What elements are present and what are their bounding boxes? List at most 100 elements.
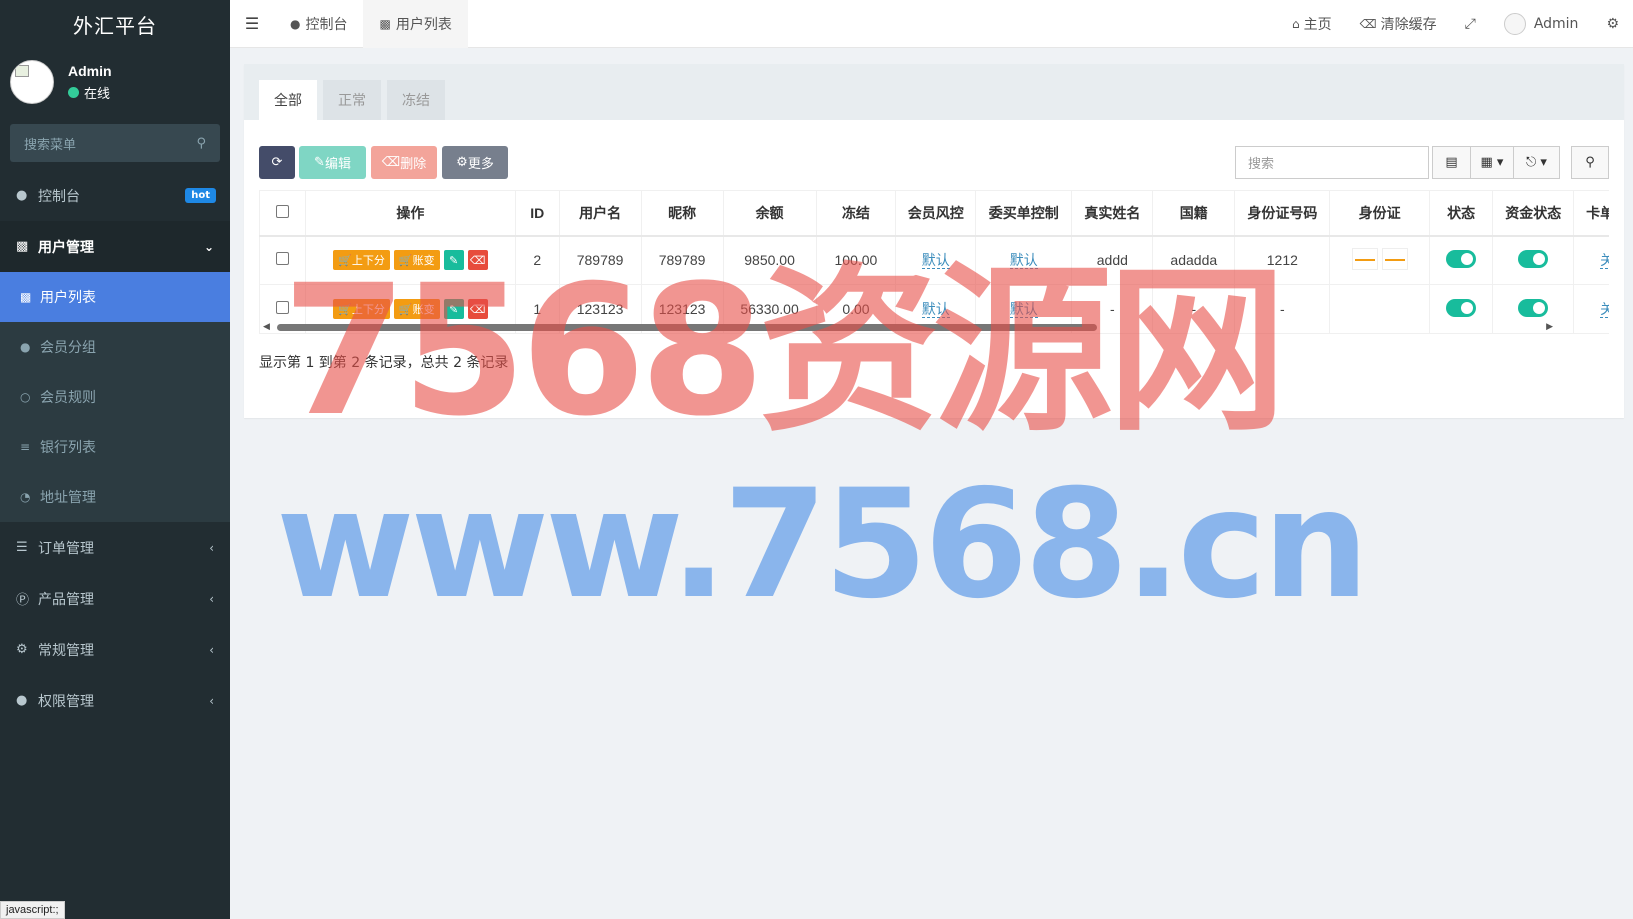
sidebar-item-dashboard[interactable]: ● 控制台 hot [0,170,230,221]
sidebar-item-general[interactable]: ⚙ 常规管理 ‹ [0,624,230,675]
order-ctrl-editable[interactable]: 默认 [1009,252,1038,270]
col-risk: 会员风控 [895,190,977,237]
settings-button[interactable]: ⚙ [1592,16,1633,32]
watermark-url: www.7568.cn [276,458,1369,632]
sidebar-item-address[interactable]: ◔ 地址管理 [0,472,230,522]
cell-card-status[interactable]: 关闭 [1573,284,1609,334]
browser-status-bar: javascript:; [0,901,65,919]
row-checkbox[interactable] [275,252,289,266]
row-delete-button[interactable]: ⌫ [467,250,488,271]
sidebar-item-user-management[interactable]: ▩ 用户管理 ⌄ [0,221,230,272]
clear-cache-button[interactable]: ⌫ 清除缓存 [1346,14,1451,34]
chevron-left-icon: ‹ [209,693,214,708]
database-icon: ≡ [20,440,31,454]
id-card-front-image[interactable] [1351,247,1378,270]
search-icon[interactable]: ⚲ [196,136,206,151]
sidebar-item-member-group[interactable]: ● 会员分组 [0,322,230,372]
home-link[interactable]: ⌂ 主页 [1278,14,1346,34]
tab-user-list[interactable]: ▩ 用户列表 [363,0,468,48]
score-button[interactable]: 🛒 上下分 [333,299,390,319]
select-all-cell[interactable] [259,190,306,237]
sidebar-item-products[interactable]: Ⓟ 产品管理 ‹ [0,573,230,624]
row-select-cell[interactable] [259,235,306,285]
filter-tabs: 全部 正常 冻结 [244,64,1624,120]
table-search-input[interactable]: 搜索 [1235,146,1429,179]
brand-logo[interactable]: 外汇平台 [0,0,230,48]
pencil-icon: ✎ [448,254,459,267]
row-actions: 🛒 上下分 🛒 账变 ✎ ⌫ [304,235,516,285]
sidebar-item-label: 订单管理 [38,540,94,557]
row-edit-button[interactable]: ✎ [443,250,464,271]
menu-toggle-icon[interactable]: ☰ [230,14,274,33]
sidebar-item-user-list[interactable]: ▩ 用户列表 [0,272,230,322]
account-change-button[interactable]: 🛒 账变 [393,299,440,319]
gear-icon: ⚙ [456,155,468,170]
order-ctrl-editable[interactable]: 默认 [1009,301,1038,318]
menu-search-input[interactable]: 搜索菜单 ⚲ [10,124,220,162]
dashboard-icon: ● [290,16,301,31]
cell-fund-status[interactable] [1492,235,1575,285]
tab-dashboard[interactable]: ● 控制台 [274,0,363,48]
user-submenu: ▩ 用户列表 ● 会员分组 ○ 会员规则 ≡ 银行列表 ◔ 地址管理 [0,272,230,522]
toggle-view-button[interactable]: ▤ [1432,146,1471,179]
cell-order-ctrl[interactable]: 默认 [975,235,1073,285]
account-change-button[interactable]: 🛒 账变 [393,250,440,271]
refresh-button[interactable]: ⟳ [259,146,295,179]
col-username: 用户名 [558,190,642,237]
risk-editable[interactable]: 默认 [921,301,950,318]
product-icon: Ⓟ [16,593,30,608]
horizontal-scrollbar[interactable]: ◀ ▶ [259,322,1555,332]
sidebar-item-orders[interactable]: ☰ 订单管理 ‹ [0,522,230,573]
sidebar-item-bank-list[interactable]: ≡ 银行列表 [0,422,230,472]
fund-status-toggle[interactable] [1518,249,1549,268]
tab-all[interactable]: 全部 [259,80,317,120]
row-checkbox[interactable] [275,301,289,314]
advanced-search-button[interactable]: ⚲ [1571,146,1609,179]
pencil-icon: ✎ [448,303,459,316]
card-status-editable[interactable]: 关闭 [1600,301,1609,318]
cell-card-status[interactable]: 关闭 [1573,235,1609,285]
user-table-wrapper: 操作 ID 用户名 昵称 余额 冻结 会员风控 委买单控制 真实姓名 国籍 身份… [259,190,1609,340]
edit-button[interactable]: ✎ 编辑 [299,146,366,179]
more-button[interactable]: ⚙ 更多 [442,146,508,179]
address-card-icon: ▩ [379,16,391,31]
sidebar-item-permissions[interactable]: ● 权限管理 ‹ [0,675,230,726]
avatar [10,60,54,104]
expand-icon: ⤢ [1464,16,1476,32]
status-toggle[interactable] [1446,298,1477,317]
scroll-right-icon[interactable]: ▶ [1546,322,1553,332]
fund-status-toggle[interactable] [1518,298,1549,317]
export-button[interactable]: ⎋ ▾ [1513,146,1560,179]
admin-menu[interactable]: Admin [1490,13,1593,35]
fullscreen-button[interactable]: ⤢ [1451,16,1490,32]
card-status-editable[interactable]: 关闭 [1600,252,1609,270]
scroll-left-icon[interactable]: ◀ [263,322,270,332]
score-button[interactable]: 🛒 上下分 [333,250,390,271]
delete-button[interactable]: ⌫ 删除 [371,146,437,179]
col-country: 国籍 [1152,190,1236,237]
col-id[interactable]: ID [514,190,560,237]
columns-button[interactable]: ▦ ▾ [1470,146,1514,179]
tab-frozen[interactable]: 冻结 [387,80,445,120]
sidebar: 外汇平台 Admin 在线 搜索菜单 ⚲ ● 控制台 hot ▩ 用户管理 ⌄ … [0,0,230,919]
home-icon: ⌂ [1292,17,1300,31]
status-toggle[interactable] [1446,249,1477,268]
cell-idcard [1329,235,1430,285]
cell-id: 2 [514,235,560,285]
row-delete-button[interactable]: ⌫ [467,299,488,319]
cell-risk[interactable]: 默认 [895,235,977,285]
col-balance: 余额 [722,190,817,237]
menu-search-placeholder: 搜索菜单 [24,137,77,153]
cell-frozen: 100.00 [815,235,897,285]
select-all-checkbox[interactable] [275,204,289,218]
cell-status[interactable] [1428,235,1494,285]
tab-normal[interactable]: 正常 [323,80,381,120]
chevron-down-icon: ⌄ [203,239,214,254]
list-alt-icon: ▤ [1445,155,1458,170]
sidebar-item-member-rules[interactable]: ○ 会员规则 [0,372,230,422]
risk-editable[interactable]: 默认 [921,252,950,270]
row-edit-button[interactable]: ✎ [443,299,464,319]
id-card-back-image[interactable] [1381,247,1408,270]
col-nickname: 昵称 [640,190,724,237]
scrollbar-thumb[interactable] [277,324,1097,331]
